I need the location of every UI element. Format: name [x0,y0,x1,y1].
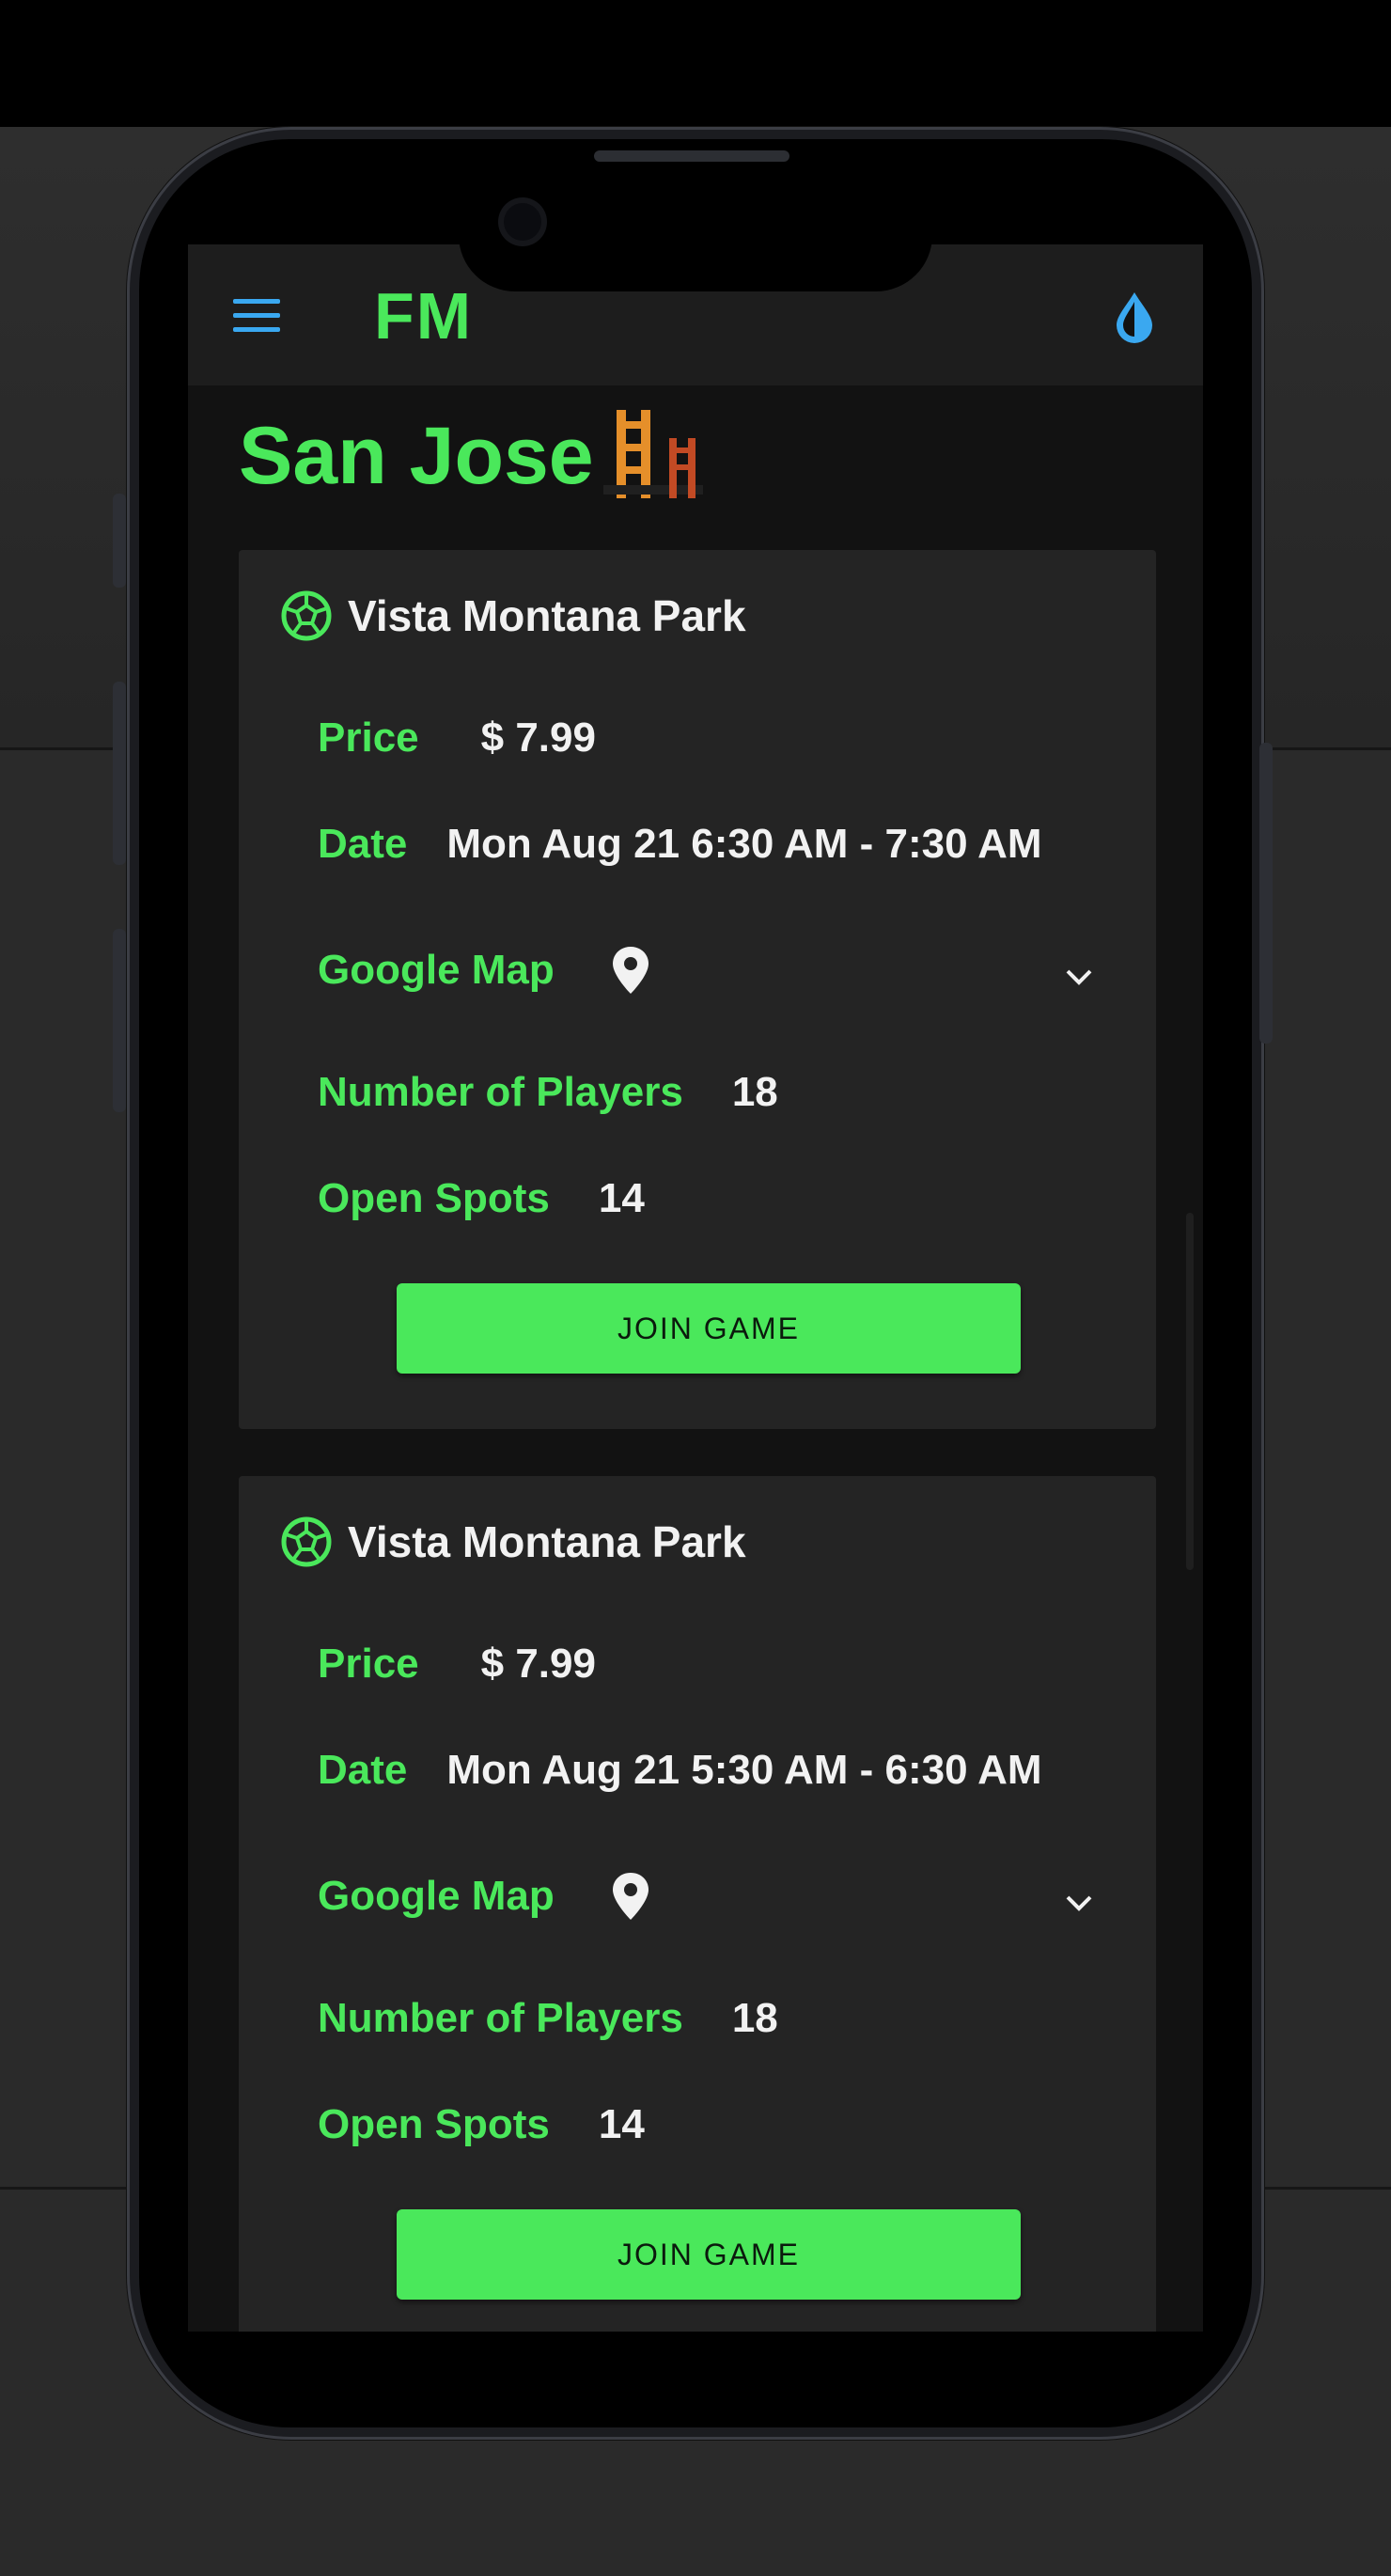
water-drop-icon[interactable] [1111,290,1158,344]
price-value: $ 7.99 [480,1641,596,1687]
game-card: Vista Montana Park Price $ 7.99 Date Mon… [239,550,1156,1429]
map-row[interactable]: Google Map [318,945,650,996]
price-label: Price [318,1641,419,1687]
join-game-button[interactable]: JOIN GAME [397,1283,1021,1374]
price-value: $ 7.99 [480,715,596,761]
brand-logo[interactable]: FM [374,278,473,353]
players-row: Number of Players 18 [318,1995,778,2042]
city-title: San Jose [239,404,705,508]
chevron-down-icon[interactable] [1062,1892,1096,1914]
price-row: Price $ 7.99 [318,1641,596,1688]
open-spots-row: Open Spots 14 [318,1175,645,1222]
earpiece-speaker [594,150,789,162]
menu-icon[interactable] [233,299,280,333]
soccer-ball-icon [281,1516,332,1567]
players-label: Number of Players [318,1069,683,1115]
open-spots-row: Open Spots 14 [318,2101,645,2148]
date-value: Mon Aug 21 5:30 AM - 6:30 AM [446,1747,1042,1793]
open-spots-label: Open Spots [318,1175,550,1221]
players-value: 18 [731,1995,778,2041]
map-row[interactable]: Google Map [318,1871,650,1922]
join-game-button[interactable]: JOIN GAME [397,2209,1021,2300]
game-card: Vista Montana Park Price $ 7.99 Date Mon… [239,1476,1156,2332]
players-label: Number of Players [318,1995,683,2041]
date-value: Mon Aug 21 6:30 AM - 7:30 AM [446,821,1042,867]
card-header: Vista Montana Park [280,589,746,642]
app-screen: FM San Jose Vista Montana Park Price $ 7… [188,244,1203,2332]
date-label: Date [318,821,408,867]
date-row: Date Mon Aug 21 5:30 AM - 6:30 AM [318,1747,1042,1794]
volume-up-button [113,682,126,865]
park-name: Vista Montana Park [348,591,746,640]
scrollbar[interactable] [1186,1213,1194,1570]
open-spots-value: 14 [598,2101,645,2147]
volume-down-button [113,929,126,1112]
background-top [0,0,1391,127]
open-spots-label: Open Spots [318,2101,550,2147]
date-label: Date [318,1747,408,1793]
power-button [1259,743,1273,1044]
park-name: Vista Montana Park [348,1517,746,1566]
map-label[interactable]: Google Map [318,1873,555,1920]
card-header: Vista Montana Park [280,1516,746,1568]
players-row: Number of Players 18 [318,1069,778,1116]
city-name: San Jose [239,410,594,501]
price-row: Price $ 7.99 [318,715,596,762]
chevron-down-icon[interactable] [1062,966,1096,988]
front-camera [504,203,541,241]
map-label[interactable]: Google Map [318,947,555,994]
date-row: Date Mon Aug 21 6:30 AM - 7:30 AM [318,821,1042,868]
soccer-ball-icon [281,590,332,641]
bridge-icon [602,410,703,498]
map-pin-icon[interactable] [611,945,650,996]
mute-switch [113,494,126,588]
players-value: 18 [731,1069,778,1115]
open-spots-value: 14 [598,1175,645,1221]
price-label: Price [318,715,419,761]
map-pin-icon[interactable] [611,1871,650,1922]
